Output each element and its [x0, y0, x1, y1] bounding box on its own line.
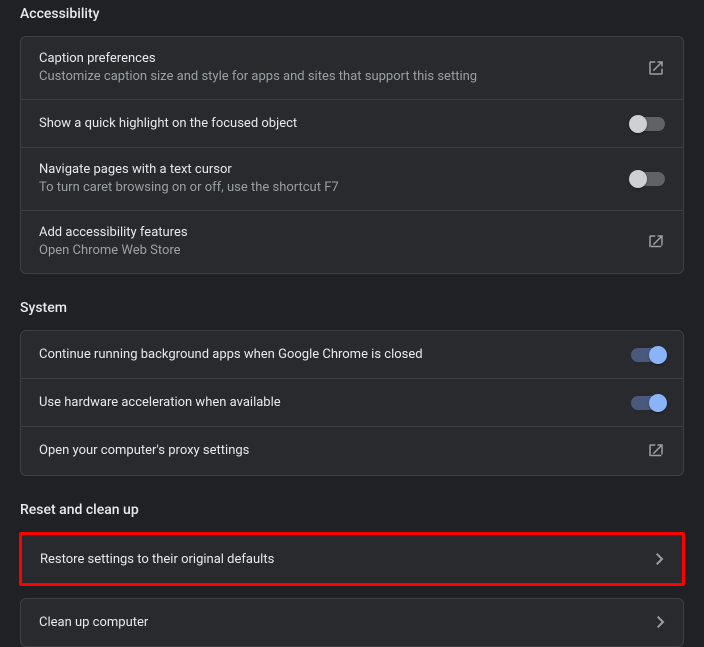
proxy-settings-row[interactable]: Open your computer's proxy settings	[21, 427, 683, 475]
proxy-settings-title: Open your computer's proxy settings	[39, 442, 635, 460]
hardware-acceleration-row[interactable]: Use hardware acceleration when available	[21, 379, 683, 427]
quick-highlight-toggle[interactable]	[631, 117, 665, 131]
restore-defaults-title: Restore settings to their original defau…	[40, 552, 274, 567]
clean-up-computer-title: Clean up computer	[39, 615, 148, 630]
section-heading-accessibility: Accessibility	[20, 0, 684, 36]
quick-highlight-title: Show a quick highlight on the focused ob…	[39, 115, 619, 133]
add-accessibility-features-row[interactable]: Add accessibility features Open Chrome W…	[21, 211, 683, 273]
hardware-acceleration-toggle[interactable]	[631, 396, 665, 410]
add-accessibility-features-title: Add accessibility features	[39, 224, 635, 242]
background-apps-toggle[interactable]	[631, 348, 665, 362]
background-apps-row[interactable]: Continue running background apps when Go…	[21, 331, 683, 379]
open-external-icon[interactable]	[647, 59, 665, 77]
accessibility-card: Caption preferences Customize caption si…	[20, 36, 684, 274]
clean-up-computer-row[interactable]: Clean up computer	[20, 598, 684, 647]
section-heading-reset: Reset and clean up	[20, 476, 684, 532]
restore-defaults-highlight: Restore settings to their original defau…	[19, 532, 685, 586]
background-apps-title: Continue running background apps when Go…	[39, 346, 619, 364]
caption-preferences-row[interactable]: Caption preferences Customize caption si…	[21, 37, 683, 100]
section-heading-system: System	[20, 274, 684, 330]
caption-preferences-sub: Customize caption size and style for app…	[39, 68, 635, 86]
text-cursor-row[interactable]: Navigate pages with a text cursor To tur…	[21, 148, 683, 211]
caption-preferences-title: Caption preferences	[39, 50, 635, 68]
chevron-right-icon	[656, 549, 664, 570]
hardware-acceleration-title: Use hardware acceleration when available	[39, 394, 619, 412]
open-external-icon[interactable]	[647, 442, 665, 460]
restore-defaults-row[interactable]: Restore settings to their original defau…	[22, 535, 682, 583]
add-accessibility-features-sub: Open Chrome Web Store	[39, 242, 635, 260]
quick-highlight-row[interactable]: Show a quick highlight on the focused ob…	[21, 100, 683, 148]
text-cursor-title: Navigate pages with a text cursor	[39, 161, 619, 179]
chevron-right-icon	[657, 612, 665, 633]
text-cursor-sub: To turn caret browsing on or off, use th…	[39, 179, 619, 197]
open-external-icon[interactable]	[647, 233, 665, 251]
text-cursor-toggle[interactable]	[631, 172, 665, 186]
system-card: Continue running background apps when Go…	[20, 330, 684, 476]
